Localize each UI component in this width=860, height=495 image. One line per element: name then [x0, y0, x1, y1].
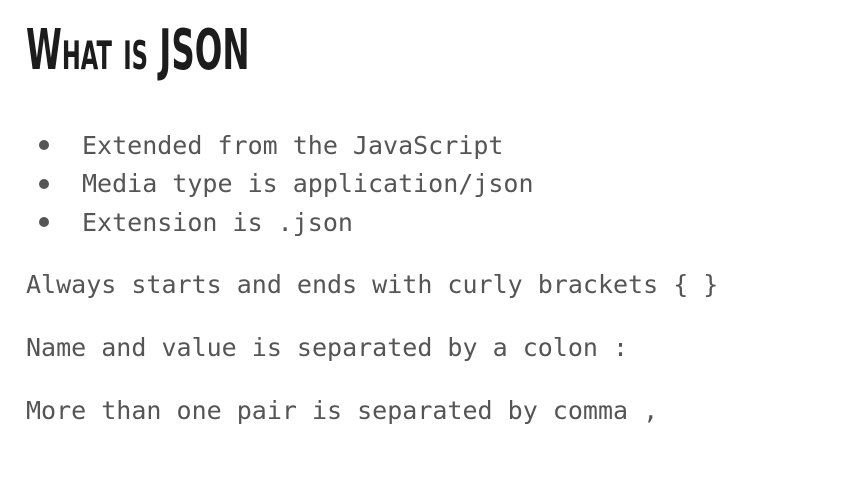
- slide: What is JSON Extended from the JavaScrip…: [0, 0, 860, 495]
- bullet-dot-icon: [39, 178, 49, 189]
- bullet-item: Media type is application/json: [34, 165, 534, 204]
- bullet-dot-icon: [39, 217, 49, 228]
- bullet-text: Media type is application/json: [82, 169, 534, 199]
- bullet-list: Extended from the JavaScript Media type …: [34, 126, 534, 242]
- bullet-item: Extension is .json: [34, 203, 534, 242]
- statement-colon: Name and value is separated by a colon :: [26, 333, 629, 362]
- statement-comma: More than one pair is separated by comma…: [26, 396, 659, 425]
- statement-curly-brackets: Always starts and ends with curly bracke…: [26, 270, 719, 299]
- bullet-text: Extended from the JavaScript: [82, 130, 504, 160]
- slide-title: What is JSON: [26, 18, 250, 83]
- bullet-dot-icon: [39, 140, 49, 151]
- bullet-item: Extended from the JavaScript: [34, 126, 534, 165]
- bullet-text: Extension is .json: [82, 207, 353, 237]
